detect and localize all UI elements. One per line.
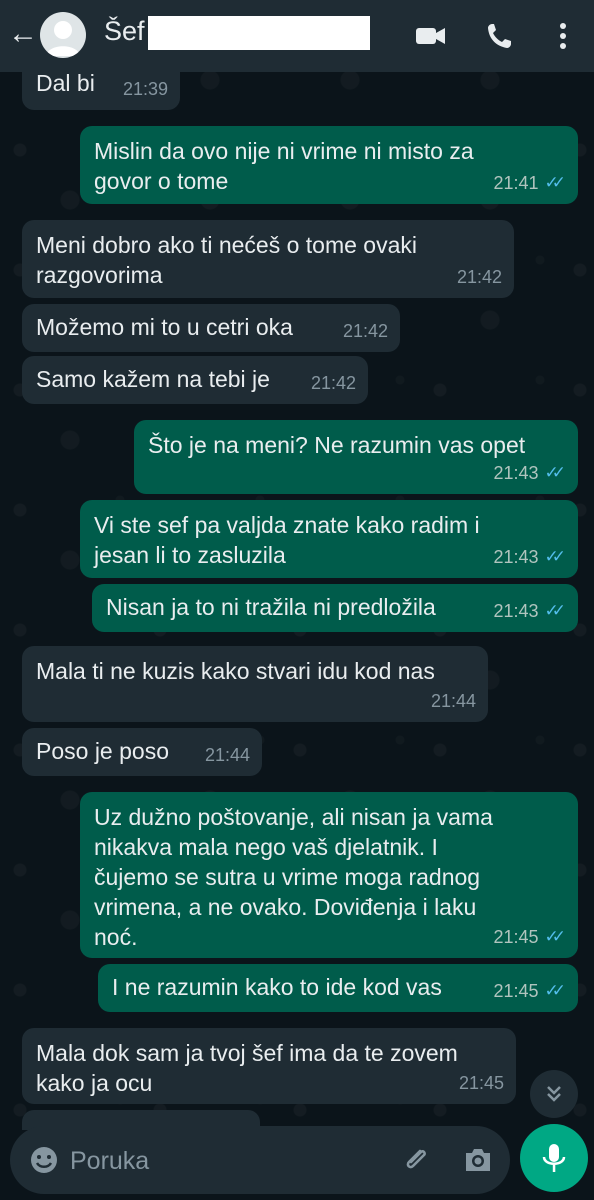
message-bubble-incoming[interactable]: Mala dok sam ja tvoj šef ima da te zovem… [22,1028,516,1104]
contact-name[interactable]: Šef [104,16,145,47]
name-redaction [148,16,370,50]
message-text: Mala ti ne kuzis kako stvari idu kod nas [36,658,435,684]
read-receipt-icon: ✓✓ [544,927,566,946]
message-text: Mala dok sam ja tvoj šef ima da te zovem… [36,1040,458,1096]
back-button[interactable]: ← [6,18,40,52]
double-chevron-down-icon [547,1086,561,1102]
message-time: 21:44 [204,745,250,765]
message-time: 21:42 [456,267,502,287]
message-input[interactable] [68,1140,372,1182]
message-time: 21:45 [493,927,539,947]
message-bubble-outgoing[interactable]: Što je na meni? Ne razumin vas opet 21:4… [134,420,578,494]
avatar[interactable] [40,12,86,58]
read-receipt-icon: ✓✓ [544,173,566,192]
message-text: Samo kažem na tebi je [36,366,270,392]
message-bubble-outgoing[interactable]: Uz dužno poštovanje, ali nisan ja vama n… [80,792,578,958]
message-time: 21:45 [458,1073,504,1093]
message-bubble-outgoing[interactable]: I ne razumin kako to ide kod vas 21:45 ✓✓ [98,964,578,1012]
read-receipt-icon: ✓✓ [544,981,566,1000]
message-time: 21:44 [430,691,476,711]
message-bubble-incoming[interactable]: Možemo mi to u cetri oka 21:42 [22,304,400,352]
scroll-to-bottom-button[interactable] [530,1070,578,1118]
message-time: 21:43 [493,547,539,567]
message-time: 21:43 [493,601,539,621]
message-time: 21:42 [310,373,356,393]
camera-icon[interactable] [460,1142,496,1178]
message-text: Što je na meni? Ne razumin vas opet [148,432,526,458]
message-bubble-incoming[interactable]: Dal bi 21:39 [22,62,180,110]
video-call-icon[interactable] [414,18,450,54]
message-bubble-incoming[interactable]: Samo kažem na tebi je 21:42 [22,356,368,404]
emoji-icon[interactable] [28,1144,60,1176]
message-bubble-outgoing[interactable]: Vi ste sef pa valjda znate kako radim i … [80,500,578,578]
more-options-icon[interactable] [550,18,576,54]
read-receipt-icon: ✓✓ [544,547,566,566]
message-time: 21:43 [493,463,539,483]
arrow-left-icon: ← [8,17,38,50]
message-bubble-incoming[interactable]: Meni dobro ako ti nećeš o tome ovaki raz… [22,220,514,298]
message-text: Možemo mi to u cetri oka [36,314,293,340]
message-bubble-outgoing[interactable]: Nisan ja to ni tražila ni predložila 21:… [92,584,578,632]
message-time: 21:45 [493,981,539,1001]
message-bubble-incoming[interactable]: Mala ti ne kuzis kako stvari idu kod nas… [22,646,488,722]
message-time: 21:39 [122,79,168,99]
message-time: 21:42 [342,321,388,341]
voice-message-button[interactable] [520,1124,588,1192]
microphone-icon [542,1144,566,1172]
paperclip-icon[interactable] [398,1142,434,1178]
default-avatar-icon [46,21,80,56]
read-receipt-icon: ✓✓ [544,601,566,620]
message-time: 21:41 [493,173,539,193]
message-bubble-incoming[interactable]: Poso je poso 21:44 [22,728,262,776]
message-composer [10,1126,510,1194]
read-receipt-icon: ✓✓ [544,463,566,482]
phone-icon[interactable] [484,18,520,54]
message-text: Meni dobro ako ti nećeš o tome ovaki raz… [36,232,417,288]
message-bubble-outgoing[interactable]: Mislin da ovo nije ni vrime ni misto za … [80,126,578,204]
